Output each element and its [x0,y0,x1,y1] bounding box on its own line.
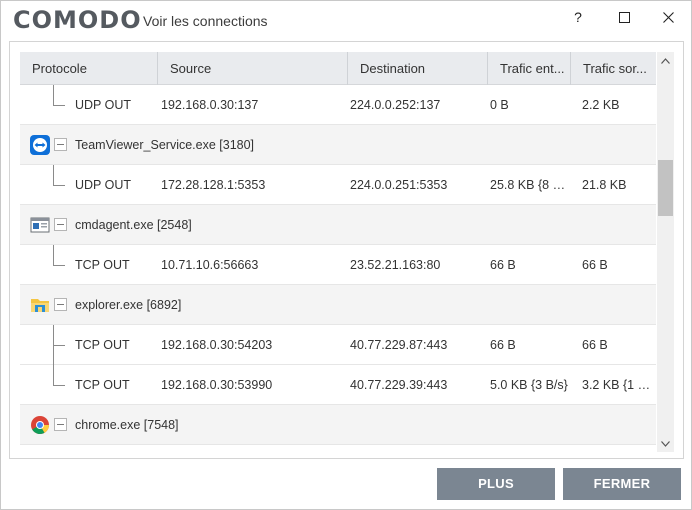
destination-cell: 40.77.229.87:443 [350,338,448,352]
source-cell: 192.168.0.30:137 [161,98,259,112]
process-name: chrome.exe [7548] [75,418,179,432]
tree-line [53,365,54,386]
column-header-traffic-out[interactable]: Trafic sor... [571,52,656,85]
connection-row[interactable]: UDP OUT 172.28.128.1:5353 224.0.0.251:5353… [20,165,656,205]
tree-line [53,85,54,106]
source-cell: 10.71.10.6:56663 [161,258,259,272]
collapse-toggle[interactable] [54,418,67,431]
column-header-protocol[interactable]: Protocole [20,52,158,85]
destination-cell: 224.0.0.252:137 [350,98,441,112]
chrome-icon [30,415,50,435]
protocol-cell: UDP OUT [75,98,132,112]
traffic-out-cell: 21.8 KB [582,178,627,192]
traffic-out-cell: 66 B [582,338,608,352]
tree-branch [53,265,65,266]
source-cell: 192.168.0.30:53990 [161,378,273,392]
protocol-cell: TCP OUT [75,258,130,272]
traffic-out-cell: 66 B [582,258,608,272]
tree-branch [53,185,65,186]
destination-cell: 23.52.21.163:80 [350,258,441,272]
close-button[interactable] [645,1,691,33]
connections-panel: Protocole Source Destination Trafic ent.… [9,41,684,459]
scroll-down-button[interactable] [657,435,674,452]
traffic-out-cell: 3.2 KB {1 B... [582,378,654,392]
destination-cell: 40.77.229.39:443 [350,378,448,392]
traffic-in-cell: 66 B [490,338,516,352]
help-button[interactable]: ? [555,1,601,33]
collapse-toggle[interactable] [54,218,67,231]
tree-branch [53,105,65,106]
close-dialog-button[interactable]: FERMER [563,468,681,500]
scroll-up-button[interactable] [657,52,674,69]
connection-row[interactable]: TCP OUT 192.168.0.30:53990 40.77.229.39:44… [20,365,656,405]
process-row[interactable]: chrome.exe [7548] [20,405,656,445]
comodo-logo: COMODO [13,6,142,34]
connection-row[interactable]: TCP OUT 192.168.0.30:54203 40.77.229.87:44… [20,325,656,365]
process-name: explorer.exe [6892] [75,298,182,312]
help-icon: ? [574,9,582,25]
protocol-cell: UDP OUT [75,178,132,192]
column-header-source[interactable]: Source [158,52,348,85]
scroll-thumb[interactable] [658,160,673,216]
collapse-toggle[interactable] [54,138,67,151]
column-header-traffic-in[interactable]: Trafic ent... [488,52,571,85]
tree-branch [53,345,65,346]
connections-window: COMODO Voir les connections ? Protocole … [0,0,692,510]
plus-button[interactable]: PLUS [437,468,555,500]
traffic-in-cell: 0 B [490,98,509,112]
protocol-cell: TCP OUT [75,378,130,392]
window-title: Voir les connections [143,13,268,29]
title-bar: COMODO Voir les connections ? [1,1,691,41]
maximize-icon [618,11,630,23]
column-header-destination[interactable]: Destination [348,52,488,85]
connections-grid: Protocole Source Destination Trafic ent.… [20,52,656,452]
chevron-down-icon [661,440,670,447]
explorer-icon [30,295,50,315]
vertical-scrollbar[interactable] [657,52,674,452]
collapse-toggle[interactable] [54,298,67,311]
traffic-in-cell: 5.0 KB {3 B/s} [490,378,568,392]
traffic-in-cell: 66 B [490,258,516,272]
close-icon [662,11,674,23]
dialog-footer: PLUS FERMER [1,459,691,509]
source-cell: 172.28.128.1:5353 [161,178,266,192]
cmdagent-icon [30,215,50,235]
process-row[interactable]: cmdagent.exe [2548] [20,205,656,245]
protocol-cell: TCP OUT [75,338,130,352]
process-row[interactable]: explorer.exe [6892] [20,285,656,325]
connection-row[interactable]: TCP OUT 10.71.10.6:56663 23.52.21.163:80 66… [20,245,656,285]
process-name: TeamViewer_Service.exe [3180] [75,138,255,152]
connection-row[interactable]: UDP OUT 192.168.0.30:137 224.0.0.252:137 0 … [20,85,656,125]
chevron-up-icon [661,57,670,64]
grid-header: Protocole Source Destination Trafic ent.… [20,52,656,85]
destination-cell: 224.0.0.251:5353 [350,178,448,192]
tree-branch [53,385,65,386]
process-row[interactable]: TeamViewer_Service.exe [3180] [20,125,656,165]
teamviewer-icon [30,135,50,155]
maximize-button[interactable] [601,1,647,33]
traffic-out-cell: 2.2 KB [582,98,620,112]
tree-line [53,165,54,186]
process-name: cmdagent.exe [2548] [75,218,192,232]
tree-line [53,245,54,266]
traffic-in-cell: 25.8 KB {8 B/s} [490,178,572,192]
source-cell: 192.168.0.30:54203 [161,338,273,352]
